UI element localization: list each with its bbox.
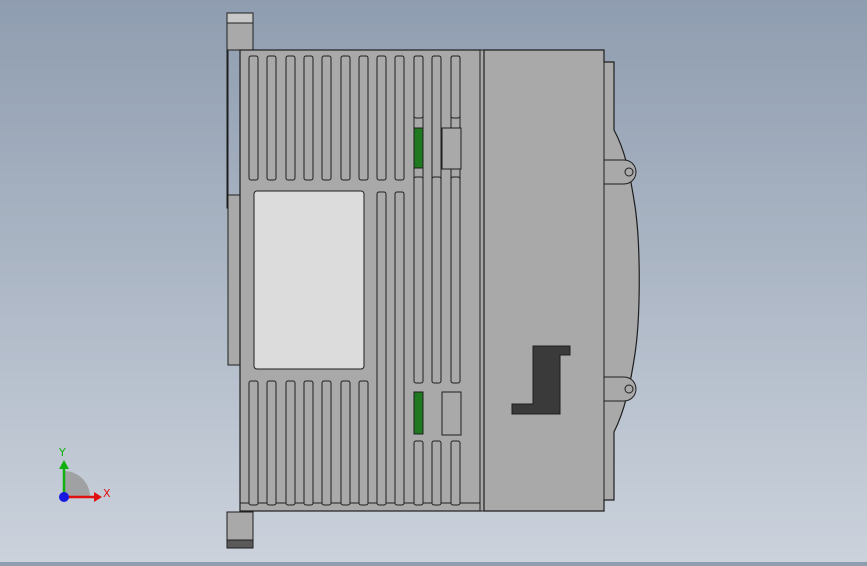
vent-slot — [450, 176, 461, 384]
mounting-tab-lower — [603, 376, 637, 402]
triad-plane-wedge — [64, 471, 90, 497]
vent-slot — [413, 440, 424, 506]
x-axis-head — [94, 492, 102, 502]
vent-slot — [285, 380, 296, 506]
vent-slot — [340, 380, 351, 506]
vent-slot — [394, 191, 405, 506]
vent-slot — [248, 55, 259, 181]
y-axis-label: Y — [58, 446, 66, 459]
vent-slot — [285, 55, 296, 181]
cad-drawing: X Y — [58, 12, 640, 549]
vent-slot — [340, 55, 351, 181]
vent-slot — [266, 55, 277, 181]
indicator-box-lower — [441, 391, 462, 436]
mounting-hole-upper — [624, 167, 634, 177]
vent-slot — [431, 55, 442, 181]
vent-slot — [358, 55, 369, 181]
vent-slot — [321, 55, 332, 181]
y-axis-head — [59, 460, 69, 469]
vent-slot — [394, 55, 405, 181]
vent-slot — [413, 176, 424, 384]
status-led-lower — [413, 391, 424, 435]
bottom-din-clip — [226, 511, 254, 549]
vent-slot — [413, 55, 424, 119]
vent-slot — [450, 440, 461, 506]
vent-slot — [303, 55, 314, 181]
vent-slot — [321, 380, 332, 506]
label-window — [253, 190, 365, 370]
coordinate-triad[interactable]: X Y — [58, 446, 111, 502]
vent-slot — [266, 380, 277, 506]
vent-slot — [376, 55, 387, 181]
vent-slot — [248, 380, 259, 506]
vent-slot — [358, 380, 369, 506]
mounting-tab-upper — [603, 159, 637, 185]
status-led-upper — [413, 127, 424, 169]
front-cover — [483, 49, 640, 512]
x-axis-label: X — [103, 487, 111, 500]
vent-slot — [450, 55, 461, 119]
indicator-box-upper — [441, 127, 462, 170]
z-axis-dot — [59, 492, 69, 502]
vent-slot — [431, 176, 442, 384]
mounting-hole-lower — [624, 384, 634, 394]
vent-slot — [376, 191, 387, 506]
cad-viewport[interactable]: X Y — [0, 0, 867, 562]
vent-slot — [303, 380, 314, 506]
vent-slot — [431, 440, 442, 506]
